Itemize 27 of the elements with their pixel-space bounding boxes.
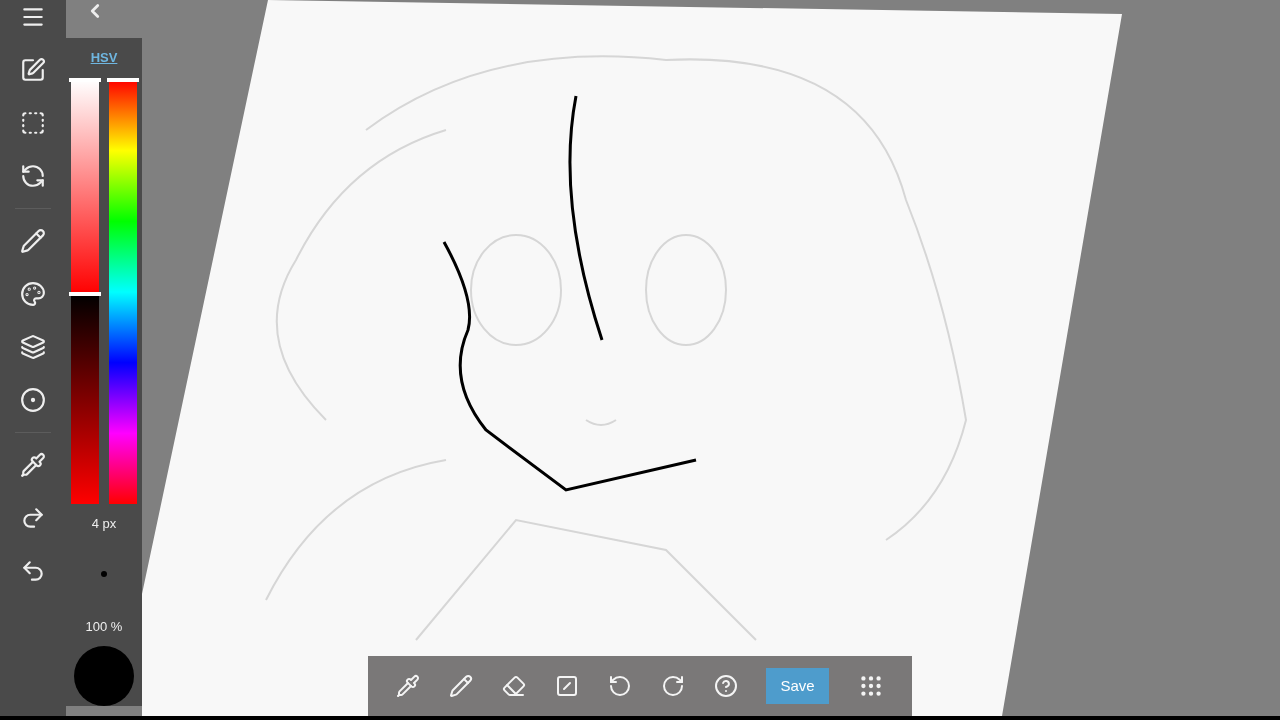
save-button[interactable]: Save	[766, 668, 829, 704]
layers-icon[interactable]	[20, 334, 46, 360]
slider-thumb[interactable]	[69, 291, 101, 296]
redo-icon[interactable]	[20, 505, 46, 531]
redo-icon[interactable]	[660, 674, 685, 698]
deselect-icon[interactable]	[555, 674, 579, 698]
edit-icon[interactable]	[20, 57, 46, 83]
undo-icon[interactable]	[607, 674, 632, 698]
brightness-slider[interactable]	[71, 293, 99, 504]
hue-slider[interactable]	[109, 79, 137, 504]
opacity-label: 100 %	[85, 617, 123, 636]
slider-thumb[interactable]	[69, 77, 101, 82]
eyedropper-icon[interactable]	[396, 674, 421, 698]
color-swatch[interactable]	[74, 646, 134, 706]
help-icon[interactable]	[713, 674, 738, 698]
pencil-icon[interactable]	[20, 228, 46, 254]
selection-icon[interactable]	[20, 110, 46, 136]
palette-icon[interactable]	[20, 281, 46, 307]
undo-icon[interactable]	[20, 558, 46, 584]
color-mode-link[interactable]: HSV	[90, 48, 118, 68]
saturation-slider[interactable]	[71, 79, 99, 294]
rotate-icon[interactable]	[20, 163, 46, 189]
pencil-icon[interactable]	[449, 674, 474, 698]
slider-thumb[interactable]	[107, 77, 139, 82]
brush-size-label: 4 px	[91, 514, 117, 533]
eraser-icon[interactable]	[502, 674, 527, 698]
eyedropper-icon[interactable]	[20, 452, 46, 478]
